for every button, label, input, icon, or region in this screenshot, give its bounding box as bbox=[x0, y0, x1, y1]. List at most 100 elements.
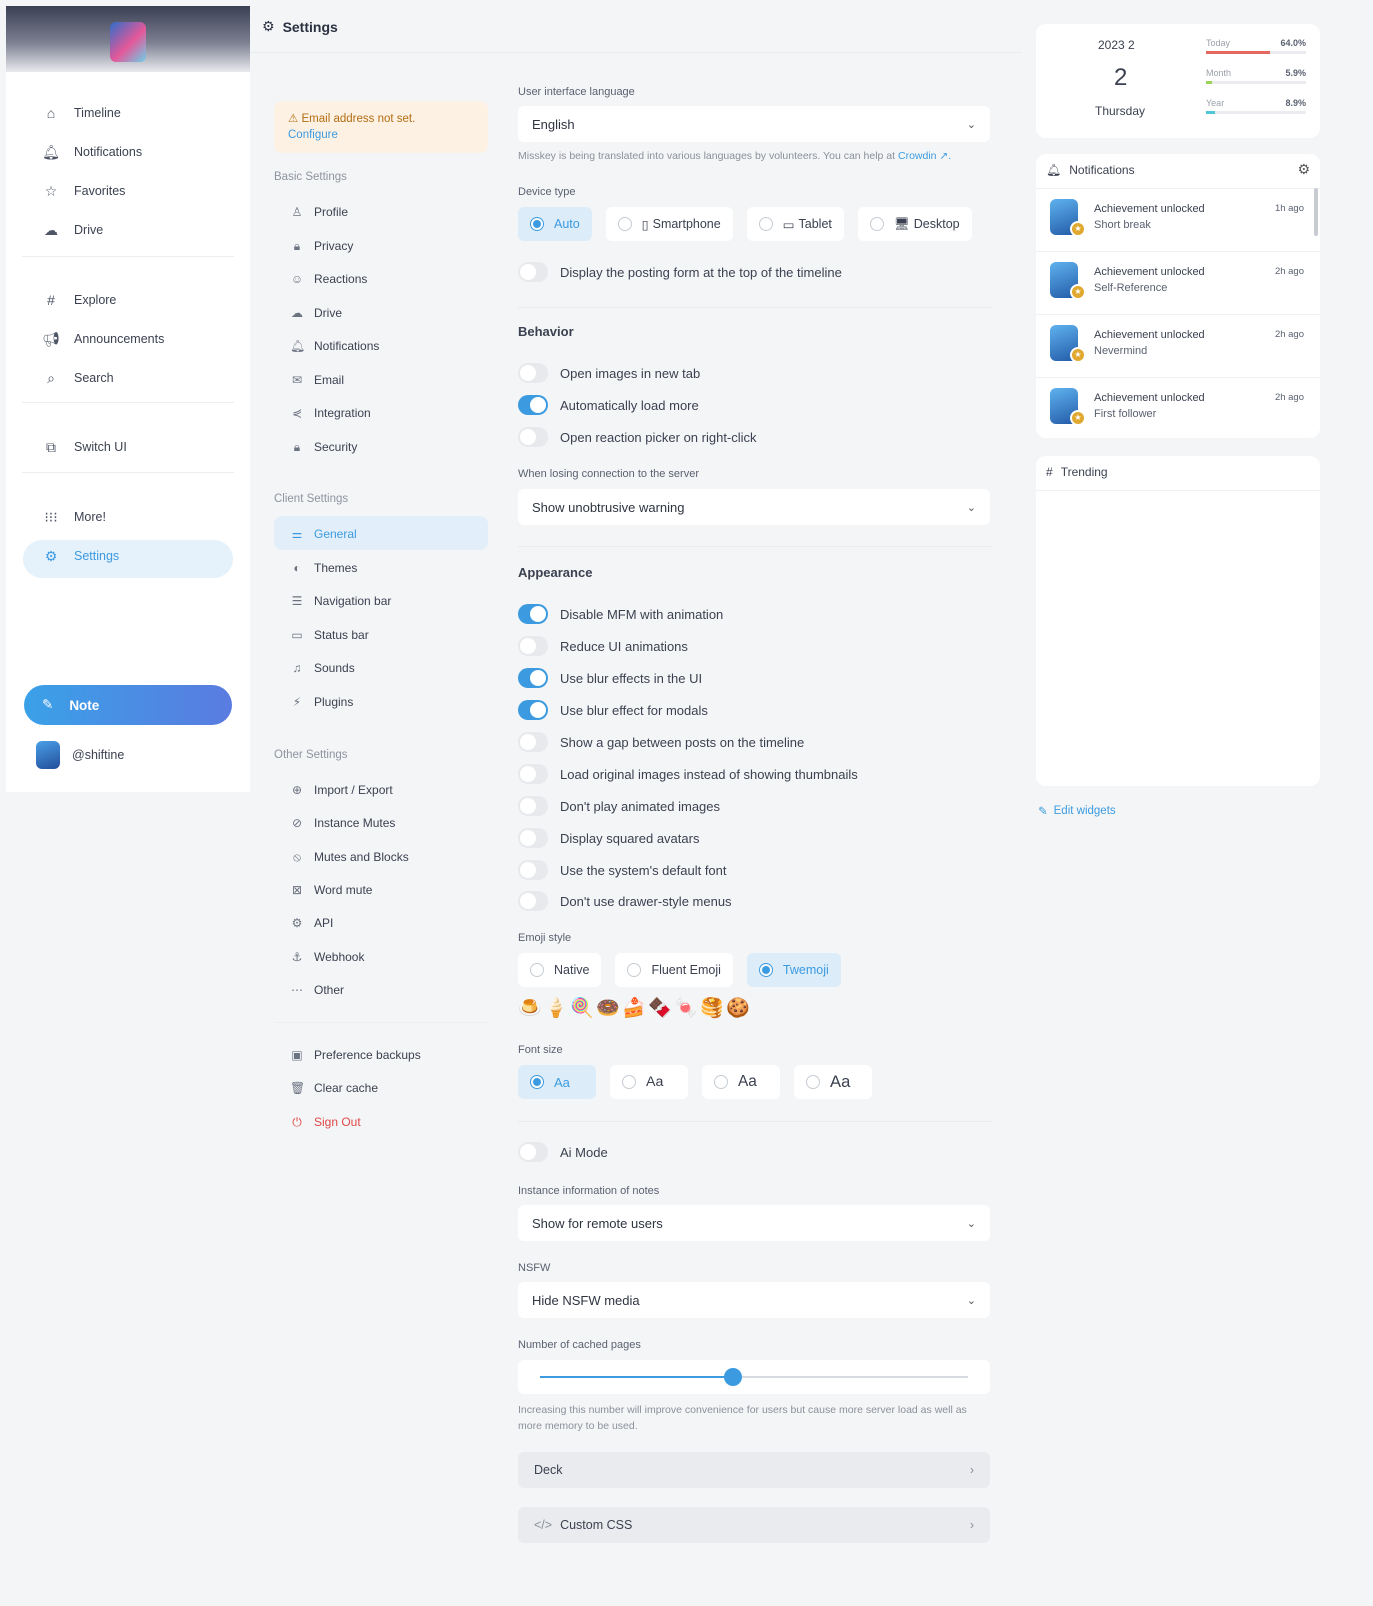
appearance-toggle-reduce-ui-animations[interactable]: Reduce UI animations bbox=[518, 634, 688, 658]
appearance-toggle-use-blur-effects-in-the-ui[interactable]: Use blur effects in the UI bbox=[518, 666, 702, 690]
toggle-switch[interactable] bbox=[518, 796, 548, 816]
behavior-toggle-open-images-in-new-tab[interactable]: Open images in new tab bbox=[518, 361, 700, 385]
menu-item-drive[interactable]: ☁ Drive bbox=[290, 303, 342, 323]
notification-item[interactable]: ★ Achievement unlocked Self-Reference 2h ag… bbox=[1036, 252, 1320, 315]
appearance-toggle-don-t-use-drawer-style-menus[interactable]: Don't use drawer-style menus bbox=[518, 889, 732, 913]
emoji-style-option[interactable]: Twemoji bbox=[746, 953, 841, 987]
instance-icon[interactable] bbox=[110, 22, 146, 62]
nav-item-switch-ui[interactable]: ⧉ Switch UI bbox=[42, 436, 127, 458]
appearance-toggle-don-t-play-animated-images[interactable]: Don't play animated images bbox=[518, 794, 720, 818]
toggle-switch[interactable] bbox=[518, 828, 548, 848]
cache-slider[interactable] bbox=[518, 1360, 990, 1394]
menu-item-navigation-bar[interactable]: ☰ Navigation bar bbox=[290, 591, 392, 611]
toggle-switch[interactable] bbox=[518, 395, 548, 415]
menu-item-email[interactable]: ✉ Email bbox=[290, 370, 344, 390]
toggle-switch[interactable] bbox=[518, 604, 548, 624]
menu-item-status-bar[interactable]: ▭ Status bar bbox=[290, 625, 368, 645]
device-type-option[interactable]: Auto bbox=[518, 207, 592, 241]
edit-widgets-link[interactable]: ✎ Edit widgets bbox=[1038, 804, 1116, 818]
appearance-toggle-show-a-gap-between-posts-on-the-timeline[interactable]: Show a gap between posts on the timeline bbox=[518, 730, 804, 754]
menu-item-reactions[interactable]: ☺ Reactions bbox=[290, 269, 368, 289]
toggle-switch[interactable] bbox=[518, 700, 548, 720]
toggle-switch[interactable] bbox=[518, 1142, 548, 1162]
appearance-toggle-load-original-images-instead-of-showing-thumbnails[interactable]: Load original images instead of showing … bbox=[518, 762, 858, 786]
toggle-switch[interactable] bbox=[518, 427, 548, 447]
behavior-toggle-automatically-load-more[interactable]: Automatically load more bbox=[518, 393, 699, 417]
menu-item-other[interactable]: ⋯ Other bbox=[290, 980, 344, 1000]
menu-item-instance-mutes[interactable]: ⊘ Instance Mutes bbox=[290, 813, 395, 833]
toggle-switch[interactable] bbox=[518, 363, 548, 383]
appearance-toggle-disable-mfm-with-animation[interactable]: Disable MFM with animation bbox=[518, 602, 723, 626]
connection-select[interactable]: Show unobtrusive warning ⌄ bbox=[518, 489, 990, 525]
widget-header: # Trending bbox=[1046, 465, 1108, 479]
notification-item[interactable]: ★ Achievement unlocked Short break 1h ago bbox=[1036, 189, 1320, 252]
menu-item-notifications[interactable]: 🔔︎ Notifications bbox=[290, 336, 379, 356]
note-button[interactable]: ✎ Note bbox=[24, 685, 232, 725]
menu-item-plugins[interactable]: ⚡ Plugins bbox=[290, 692, 354, 712]
deck-folder[interactable]: Deck › bbox=[518, 1452, 990, 1488]
menu-item-api[interactable]: ⚙ API bbox=[290, 913, 334, 933]
notification-item[interactable]: ★ Achievement unlocked First follower 2h ag… bbox=[1036, 378, 1320, 438]
crowdin-link[interactable]: Crowdin bbox=[898, 150, 937, 162]
nsfw-select[interactable]: Hide NSFW media ⌄ bbox=[518, 1282, 990, 1318]
device-type-option[interactable]: 🖥︎ Desktop bbox=[857, 207, 972, 241]
gear-icon[interactable]: ⚙ bbox=[1297, 161, 1310, 178]
menu-item-sounds[interactable]: ♫ Sounds bbox=[290, 658, 355, 678]
custom-css-folder[interactable]: </> Custom CSS › bbox=[518, 1507, 990, 1543]
toggle-switch[interactable] bbox=[518, 891, 548, 911]
configure-link[interactable]: Configure bbox=[288, 127, 474, 143]
device-type-option[interactable]: ▭ Tablet bbox=[746, 207, 844, 241]
toggle-switch[interactable] bbox=[518, 732, 548, 752]
menu-item-import-export[interactable]: ⊕ Import / Export bbox=[290, 780, 393, 800]
nav-item-explore[interactable]: # Explore bbox=[42, 289, 116, 311]
account-button[interactable]: @shiftine bbox=[36, 741, 124, 769]
menu-item-webhook[interactable]: ⚓ Webhook bbox=[290, 947, 365, 967]
scrollbar[interactable] bbox=[1314, 188, 1318, 236]
slider-handle[interactable] bbox=[723, 1368, 742, 1386]
toggle-switch[interactable] bbox=[518, 668, 548, 688]
menu-item-security[interactable]: 🔒︎ Security bbox=[290, 437, 358, 457]
nav-item-label: Switch UI bbox=[74, 440, 127, 454]
toggle-switch[interactable] bbox=[518, 262, 548, 282]
menu-item-profile[interactable]: ♙ Profile bbox=[290, 202, 348, 222]
menu-item-mutes-and-blocks[interactable]: ⦸ Mutes and Blocks bbox=[290, 847, 409, 867]
toggle-switch[interactable] bbox=[518, 764, 548, 784]
emoji-style-option[interactable]: Native bbox=[518, 953, 602, 987]
nav-item-timeline[interactable]: ⌂ Timeline bbox=[42, 102, 121, 124]
menu-item-clear-cache[interactable]: 🗑︎ Clear cache bbox=[290, 1078, 378, 1098]
appearance-toggle-use-blur-effect-for-modals[interactable]: Use blur effect for modals bbox=[518, 698, 708, 722]
menu-item-integration[interactable]: ⋞ Integration bbox=[290, 403, 371, 423]
menu-item-privacy[interactable]: 🔒︎ Privacy bbox=[290, 236, 354, 256]
appearance-toggle-display-squared-avatars[interactable]: Display squared avatars bbox=[518, 826, 699, 850]
toggle-switch[interactable] bbox=[518, 860, 548, 880]
behavior-toggle-open-reaction-picker-on-right-click[interactable]: Open reaction picker on right-click bbox=[518, 425, 757, 449]
menu-item-general[interactable]: ⚌ General bbox=[290, 524, 357, 544]
appearance-toggle-use-the-system-s-default-font[interactable]: Use the system's default font bbox=[518, 858, 727, 882]
list-icon: ☰ bbox=[291, 594, 303, 608]
notification-item[interactable]: ★ Achievement unlocked Nevermind 2h ago bbox=[1036, 315, 1320, 378]
posting-form-toggle[interactable]: Display the posting form at the top of t… bbox=[518, 260, 842, 284]
nsfw-label: NSFW bbox=[518, 1262, 551, 1274]
nav-item-search[interactable]: ⌕ Search bbox=[42, 367, 114, 389]
nav-item-notifications[interactable]: 🔔︎ Notifications bbox=[42, 141, 142, 163]
language-select[interactable]: English ⌄ bbox=[518, 106, 990, 142]
nav-item-favorites[interactable]: ☆ Favorites bbox=[42, 180, 126, 202]
menu-item-word-mute[interactable]: ⊠ Word mute bbox=[290, 880, 373, 900]
instance-info-select[interactable]: Show for remote users ⌄ bbox=[518, 1205, 990, 1241]
font-size-option[interactable]: Aa bbox=[794, 1065, 872, 1099]
toggle-switch[interactable] bbox=[518, 636, 548, 656]
nav-item-drive[interactable]: ☁ Drive bbox=[42, 219, 103, 241]
menu-item-themes[interactable]: ◐ Themes bbox=[290, 558, 357, 578]
nav-item-announcements[interactable]: 📢︎ Announcements bbox=[42, 328, 164, 350]
menu-item-preference-backups[interactable]: ▣ Preference backups bbox=[290, 1045, 420, 1065]
nav-item-more[interactable]: ⁝⁝⁝ More! bbox=[42, 506, 106, 528]
ai-mode-toggle[interactable]: Ai Mode bbox=[518, 1140, 608, 1164]
emoji-style-option[interactable]: Fluent Emoji bbox=[615, 953, 733, 987]
nav-item-settings[interactable]: ⚙ Settings bbox=[42, 545, 119, 567]
font-size-option[interactable]: Aa bbox=[518, 1065, 596, 1099]
avatar bbox=[36, 741, 60, 769]
font-size-option[interactable]: Aa bbox=[702, 1065, 780, 1099]
font-size-option[interactable]: Aa bbox=[610, 1065, 688, 1099]
menu-item-sign-out[interactable]: ⏻ Sign Out bbox=[290, 1112, 360, 1132]
device-type-option[interactable]: ▯ Smartphone bbox=[605, 207, 733, 241]
